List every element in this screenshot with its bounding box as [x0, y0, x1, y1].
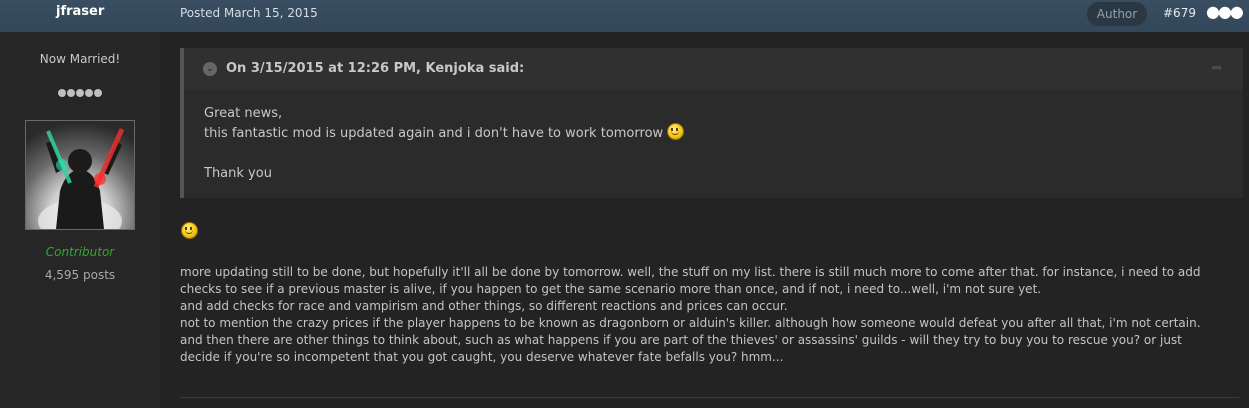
- quote-line: Great news,: [204, 106, 283, 121]
- rank-pip: [85, 89, 93, 97]
- post-header: jfraser Posted March 15, 2015 Author #67…: [0, 0, 1249, 32]
- user-group: Contributor: [45, 245, 115, 259]
- user-post-count: 4,595 posts: [44, 268, 116, 282]
- post-line: not to mention the crazy prices if the p…: [180, 316, 1201, 330]
- smiley-icon: [181, 222, 198, 239]
- chevron-down-icon[interactable]: ⌄: [203, 62, 217, 76]
- rank-pip: [67, 89, 75, 97]
- avatar[interactable]: [25, 120, 135, 230]
- smiley-icon: [667, 123, 685, 140]
- quote-block: ⌄ On 3/15/2015 at 12:26 PM, Kenjoka said…: [180, 48, 1243, 198]
- rank-pip: [76, 89, 84, 97]
- author-sidebar: Now Married! Contributor 4,595 posts: [0, 32, 160, 408]
- share-icon[interactable]: ➦: [1211, 60, 1223, 76]
- quote-line: this fantastic mod is updated again and …: [204, 123, 1234, 143]
- quote-line: Thank you: [204, 166, 272, 181]
- post-line: more updating still to be done, but hope…: [180, 265, 1201, 279]
- post-line: and add checks for race and vampirism an…: [180, 299, 788, 313]
- post-number-link[interactable]: #679: [1163, 6, 1196, 20]
- quote-header: ⌄ On 3/15/2015 at 12:26 PM, Kenjoka said…: [184, 48, 1243, 90]
- post-line: checks to see if a previous master is al…: [180, 282, 1042, 296]
- avatar-image: [38, 127, 125, 229]
- quote-citation: On 3/15/2015 at 12:26 PM, Kenjoka said:: [226, 61, 525, 76]
- rank-pips: [50, 82, 110, 101]
- post-date[interactable]: Posted March 15, 2015: [180, 6, 318, 20]
- post-line: and then there are other things to think…: [180, 333, 1182, 347]
- post-body: more updating still to be done, but hope…: [180, 264, 1230, 366]
- divider: [180, 397, 1239, 398]
- rank-pip: [94, 89, 102, 97]
- ellipsis-icon[interactable]: ●●●: [1206, 2, 1244, 21]
- rank-pip: [58, 89, 66, 97]
- post-line: decide if you're so incompetent that you…: [180, 350, 784, 364]
- quote-body: Great news, this fantastic mod is update…: [204, 104, 1234, 183]
- quote-line-text: this fantastic mod is updated again and …: [204, 126, 664, 141]
- user-title: Now Married!: [39, 52, 121, 66]
- author-badge: Author: [1087, 2, 1147, 26]
- username-link[interactable]: jfraser: [56, 4, 104, 19]
